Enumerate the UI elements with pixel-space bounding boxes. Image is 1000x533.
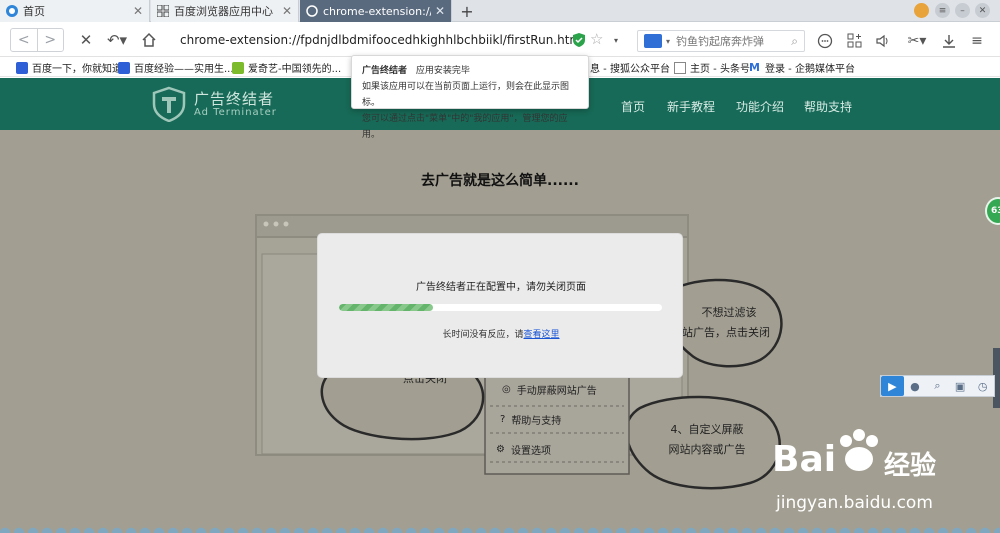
menu-item-settings: ⚙ 设置选项 (496, 442, 551, 457)
new-tab-button[interactable]: + (452, 0, 482, 22)
undo-icon[interactable]: ↶▾ (104, 28, 130, 52)
bookmark-label: 登录 - 企鹅媒体平台 (765, 64, 855, 75)
floating-toolbar: ▶ ● ⌕ ▣ ◷ (880, 375, 995, 397)
tab-label: chrome-extension://fp... (323, 4, 431, 18)
view-here-link[interactable]: 查看这里 (524, 330, 560, 340)
watermark-brand: Bai (772, 439, 837, 480)
screenshot-scissors-icon[interactable]: ✂▾ (904, 32, 930, 50)
clock-icon[interactable]: ◷ (971, 376, 994, 396)
bookmark-item[interactable]: M 登录 - 企鹅媒体平台 (749, 60, 855, 75)
extension-installed-popup: 广告终结者 应用安装完毕 如果该应用可以在当前页面上运行，则会在此显示图标。 您… (351, 55, 589, 140)
menu-icon[interactable]: ≡ (935, 3, 950, 18)
close-window-icon[interactable]: ✕ (975, 3, 990, 18)
forward-icon[interactable]: > (38, 29, 64, 51)
bookmark-label: 百度经验——实用生... (134, 64, 234, 75)
watermark-url: jingyan.baidu.com (776, 493, 933, 513)
search-box[interactable]: ▾ ⌕ (637, 30, 805, 52)
bookmark-label: 爱奇艺-中国领先的... (248, 64, 342, 75)
baidu-paw-icon (118, 61, 130, 74)
dialog-hint: 长时间没有反应，请查看这里 (318, 327, 684, 340)
popup-title: 广告终结者 (362, 66, 408, 76)
dialog-message: 广告终结者正在配置中，请勿关闭页面 (416, 282, 586, 293)
tab-extension[interactable]: chrome-extension://fp... ✕ (300, 0, 452, 22)
baidu-jingyan-watermark: Bai 经验 jingyan.baidu.com (760, 427, 990, 527)
tab-label: 首页 (23, 5, 45, 18)
close-icon[interactable]: ✕ (282, 4, 292, 18)
bookmark-label: 主页 - 头条号 (690, 64, 750, 75)
bookmark-item[interactable]: 息 - 搜狐公众平台 (590, 60, 670, 75)
gallery-icon[interactable]: ▣ (949, 376, 972, 396)
question-icon: ? (500, 414, 506, 425)
bookmark-label: 息 - 搜狐公众平台 (590, 64, 670, 75)
back-forward-group: < > (10, 28, 64, 52)
bookmark-item[interactable]: 百度经验——实用生... (118, 60, 234, 75)
minimize-icon[interactable]: – (955, 3, 970, 18)
download-icon[interactable] (940, 32, 958, 50)
iqiyi-icon (232, 61, 244, 74)
menu-item-help: ? 帮助与支持 (500, 412, 561, 427)
navigation-bar: < > ✕ ↶▾ chrome-extension://fpdnjdlbdmif… (0, 23, 1000, 57)
user-icon[interactable]: ● (904, 376, 927, 396)
search-icon[interactable]: ⌕ (791, 34, 798, 49)
bubble-text: 网站内容或广告 (668, 443, 746, 456)
stop-icon[interactable]: ✕ (76, 28, 96, 52)
favorite-star-icon[interactable]: ☆ (590, 30, 603, 48)
tab-strip: 首页 ✕ 百度浏览器应用中心 ✕ chrome-extension://fp..… (0, 0, 1000, 22)
page-icon (674, 61, 686, 74)
progress-bar (339, 304, 662, 311)
menu-item-label: 帮助与支持 (511, 416, 562, 427)
decorative-dots (0, 526, 1000, 533)
bookmark-item[interactable]: 主页 - 头条号 (674, 60, 750, 75)
loading-spinner-icon (306, 5, 318, 17)
tab-app-center[interactable]: 百度浏览器应用中心 ✕ (151, 0, 299, 22)
play-icon[interactable]: ▶ (881, 376, 904, 396)
close-icon[interactable]: ✕ (435, 4, 445, 18)
menu-item-label: 设置选项 (510, 446, 551, 457)
chevron-down-icon[interactable]: ▾ (666, 37, 670, 46)
bookmark-label: 百度一下，你就知道 (32, 64, 122, 75)
home-icon[interactable] (138, 28, 160, 52)
watermark-brand-cn: 经验 (884, 451, 937, 481)
configuring-dialog: 广告终结者正在配置中，请勿关闭页面 长时间没有反应，请查看这里 (317, 233, 683, 378)
popup-line-2: 您可以通过点击"菜单"中的"我的应用"，管理您的应用。 (362, 114, 568, 140)
progress-fill (339, 304, 433, 311)
user-avatar-icon[interactable] (914, 3, 929, 18)
baidu-paw-icon (16, 61, 28, 74)
menu-item-label: 手动屏蔽网站广告 (516, 386, 597, 397)
search-engine-icon[interactable] (644, 34, 662, 48)
close-icon[interactable]: ✕ (133, 4, 143, 18)
security-shield-icon[interactable] (572, 32, 586, 48)
popup-status: 应用安装完毕 (415, 66, 470, 76)
menu-icon[interactable]: ≡ (968, 32, 986, 50)
bubble-text: 站广告，点击关闭 (682, 326, 770, 339)
m-logo-icon: M (749, 60, 760, 74)
grid-icon (156, 4, 170, 18)
browser-logo-icon (6, 5, 18, 17)
bubble-text: 4、自定义屏蔽 (670, 423, 744, 436)
menu-item-block: ◎ 手动屏蔽网站广告 (502, 382, 597, 397)
bubble-text: 不想过滤该 (701, 306, 757, 319)
baidu-paw-icon (840, 429, 878, 471)
bookmark-item[interactable]: 爱奇艺-中国领先的... (232, 60, 341, 75)
dropdown-icon[interactable]: ▾ (610, 28, 622, 52)
volume-icon[interactable] (874, 32, 892, 50)
hint-text: 长时间没有反应，请 (442, 330, 524, 340)
search-icon[interactable]: ⌕ (926, 376, 949, 396)
bookmark-item[interactable]: 百度一下，你就知道 (16, 60, 122, 75)
tab-home[interactable]: 首页 ✕ (0, 0, 150, 22)
back-icon[interactable]: < (11, 29, 38, 51)
chat-icon[interactable] (816, 32, 834, 50)
popup-line-1: 如果该应用可以在当前页面上运行，则会在此显示图标。 (362, 82, 570, 108)
address-input[interactable]: chrome-extension://fpdnjdlbdmifoocedhkig… (180, 33, 584, 47)
eye-icon: ◎ (502, 384, 511, 395)
tab-label: 百度浏览器应用中心 (174, 5, 273, 18)
apps-icon[interactable] (846, 32, 864, 50)
gear-icon: ⚙ (496, 444, 505, 455)
search-input[interactable] (674, 33, 785, 49)
